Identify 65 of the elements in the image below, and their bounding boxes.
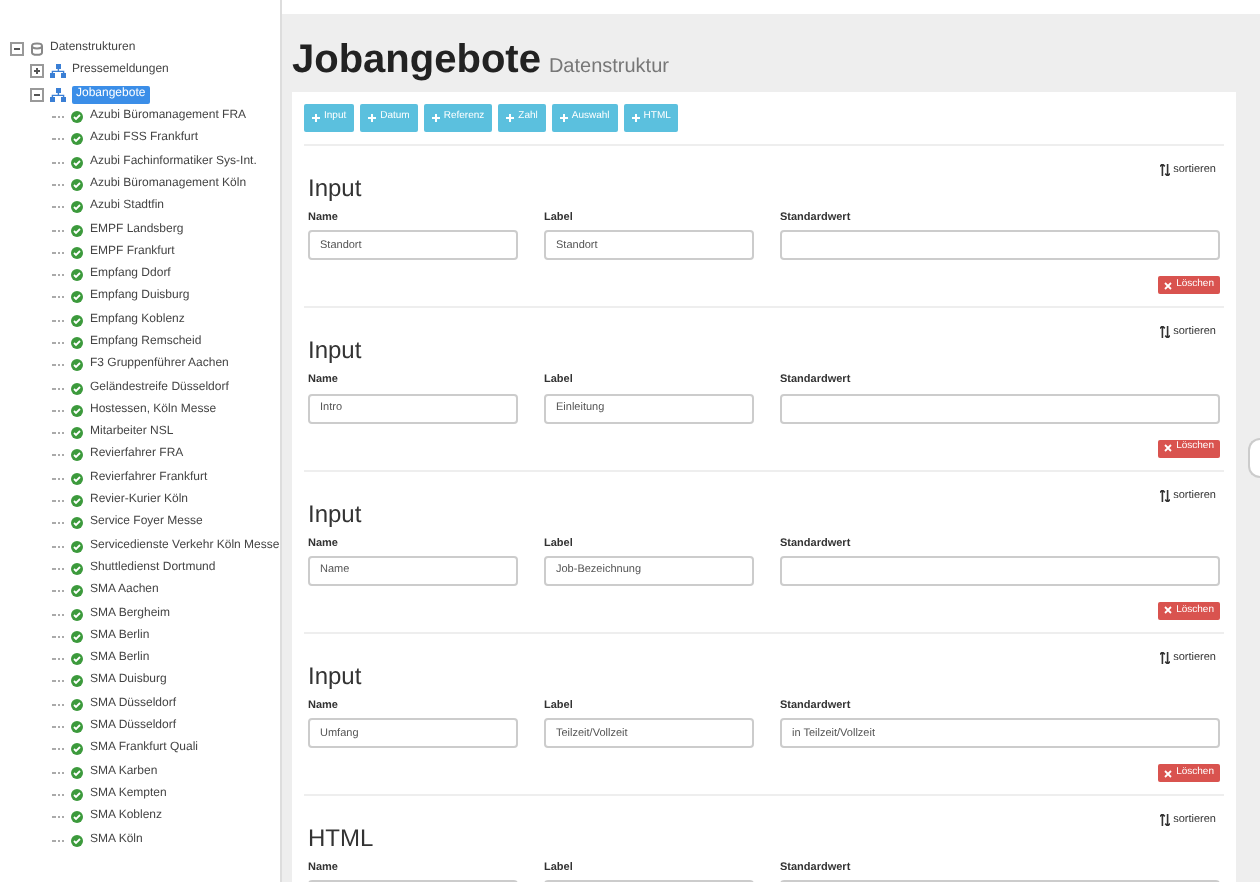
close-icon — [1164, 281, 1173, 290]
plus-icon — [431, 114, 440, 122]
leaf-icon — [70, 584, 84, 599]
leaf-icon — [70, 426, 84, 441]
leaf-icon — [70, 336, 84, 350]
sitemap-icon — [50, 87, 66, 102]
collapse-icon[interactable] — [10, 42, 24, 57]
database-icon — [30, 42, 44, 57]
leaf-icon — [70, 539, 84, 554]
sort-icon — [1159, 326, 1170, 339]
section-title: HTML — [308, 822, 374, 856]
leaf-icon — [70, 358, 84, 373]
page-subtitle: Datenstruktur — [548, 54, 669, 82]
text-field[interactable] — [780, 393, 1220, 423]
leaf-icon — [70, 516, 84, 531]
leaf-icon — [70, 833, 84, 848]
leaf-icon — [70, 223, 84, 238]
section-title: Input — [308, 497, 362, 531]
plus-icon — [559, 114, 568, 122]
leaf-icon — [70, 765, 84, 780]
leaf-icon — [70, 561, 84, 576]
leaf-icon — [70, 268, 84, 283]
page-title: Jobangebote — [292, 38, 541, 82]
leaf-icon — [70, 652, 84, 667]
leaf-icon — [70, 674, 84, 689]
sort-icon — [1159, 651, 1170, 664]
scroll-handle[interactable] — [1248, 438, 1260, 478]
sort-icon — [1159, 814, 1170, 827]
leaf-icon — [70, 110, 84, 125]
sitemap-icon — [50, 64, 66, 79]
plus-icon — [312, 114, 320, 122]
collapse-icon[interactable] — [30, 87, 44, 102]
section-title: Input — [308, 659, 362, 694]
leaf-icon — [70, 245, 84, 260]
section-title: Input — [308, 334, 362, 369]
text-field[interactable] — [780, 230, 1220, 261]
leaf-icon — [70, 720, 84, 735]
sort-icon — [1159, 489, 1170, 502]
plus-icon — [506, 114, 515, 122]
leaf-icon — [70, 448, 84, 463]
leaf-icon — [70, 381, 84, 396]
leaf-icon — [70, 607, 84, 622]
leaf-icon — [70, 313, 84, 328]
expand-icon[interactable] — [30, 64, 44, 79]
leaf-icon — [70, 787, 84, 802]
leaf-icon — [70, 697, 84, 712]
text-field[interactable] — [780, 555, 1220, 586]
plus-icon — [368, 114, 377, 122]
leaf-icon — [70, 629, 84, 644]
leaf-icon — [70, 742, 84, 757]
leaf-icon — [70, 132, 84, 147]
leaf-icon — [70, 810, 84, 825]
plus-icon — [631, 114, 640, 122]
leaf-icon — [70, 403, 84, 418]
leaf-icon — [70, 290, 84, 305]
leaf-icon — [70, 200, 84, 215]
leaf-icon — [70, 155, 84, 170]
leaf-icon — [70, 494, 84, 509]
sort-icon — [1159, 164, 1170, 177]
close-icon — [1164, 444, 1173, 452]
leaf-icon — [70, 177, 84, 192]
close-icon — [1164, 606, 1173, 615]
close-icon — [1164, 769, 1173, 777]
leaf-icon — [70, 471, 84, 486]
section-title: Input — [308, 172, 362, 206]
